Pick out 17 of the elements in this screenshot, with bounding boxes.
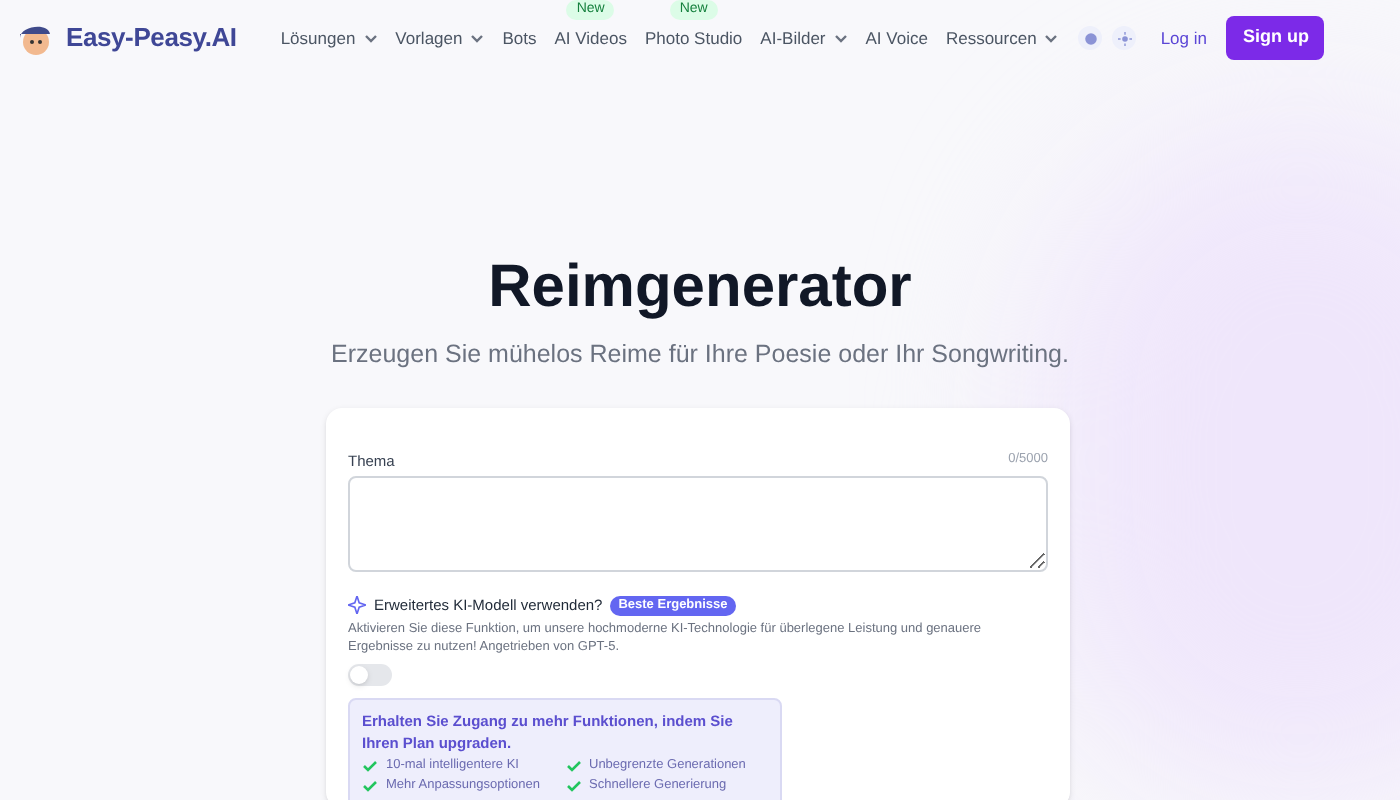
page-subtitle: Erzeugen Sie mühelos Reime für Ihre Poesie oder Ihr Songwriting.: [329, 338, 1071, 372]
nav-link[interactable]: Photo Studio: [644, 25, 743, 51]
theme-toggle-icon[interactable]: [1112, 26, 1137, 50]
nav-link[interactable]: Bots: [502, 25, 537, 51]
signup-button[interactable]: Sign up: [1226, 16, 1325, 60]
page-title: Reimgenerator: [486, 252, 914, 324]
sparkle-icon: [348, 596, 366, 615]
nav-link[interactable]: AI-Bilder: [760, 25, 848, 51]
advanced-toggle[interactable]: [348, 664, 392, 687]
brand-name[interactable]: Easy-Peasy.AI: [66, 18, 237, 58]
login-link[interactable]: Log in: [1160, 25, 1207, 51]
nav-link[interactable]: Ressourcen: [945, 25, 1059, 51]
nav-link[interactable]: AI Videos: [554, 25, 627, 51]
nav-link[interactable]: AI Voice: [865, 25, 928, 51]
nav-link[interactable]: Vorlagen: [395, 25, 485, 51]
nav-link[interactable]: Lösungen: [280, 25, 378, 51]
topic-field[interactable]: [348, 476, 1048, 572]
